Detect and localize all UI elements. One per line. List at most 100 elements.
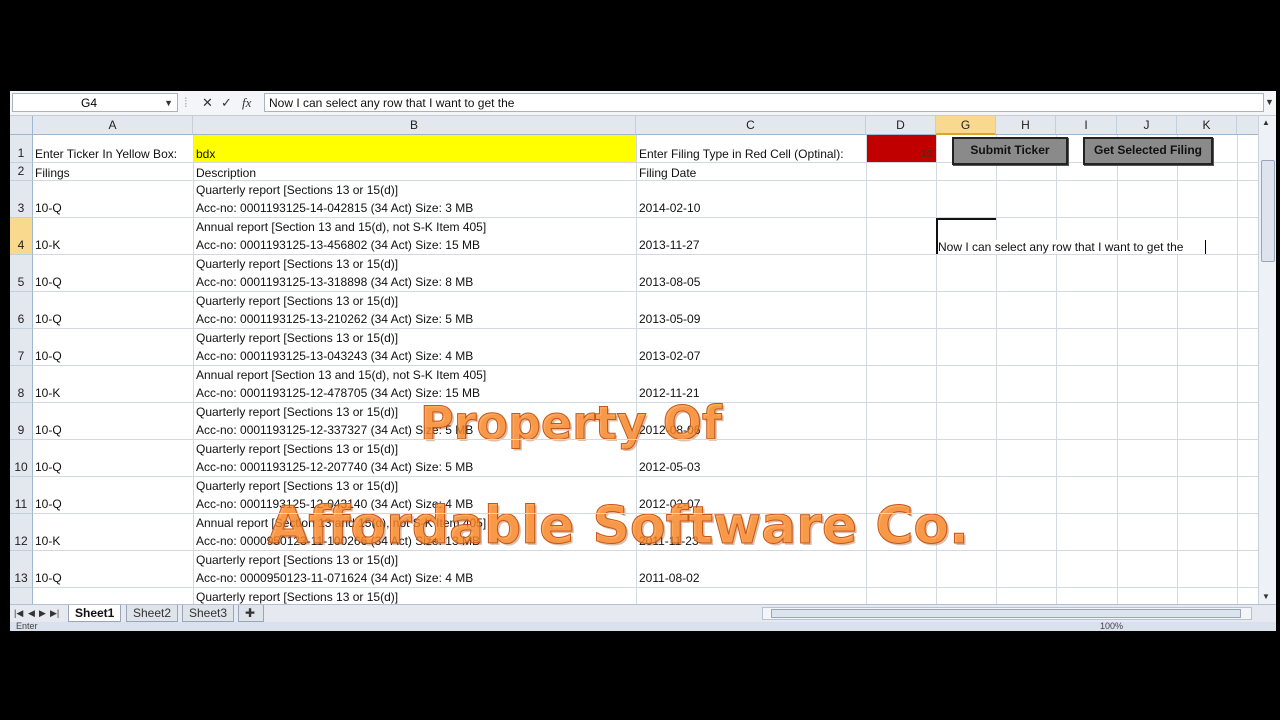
filing-type[interactable]: 10-K (35, 237, 60, 253)
filing-date[interactable]: 2012-05-03 (639, 459, 700, 475)
formula-input[interactable]: Now I can select any row that I want to … (264, 93, 1264, 112)
filing-type-value[interactable]: 10 (921, 147, 932, 163)
submit-ticker-button[interactable]: Submit Ticker (952, 137, 1068, 165)
filing-date[interactable]: 2013-08-05 (639, 274, 700, 290)
zoom-level[interactable]: 100% (1100, 622, 1123, 631)
status-bar: Enter 100% (10, 622, 1276, 631)
row-header[interactable]: 12 (10, 514, 33, 551)
column-header-blank (1237, 116, 1259, 135)
filing-description-line1[interactable]: Quarterly report [Sections 13 or 15(d)] (196, 182, 398, 198)
row-header[interactable]: 7 (10, 329, 33, 366)
filing-type[interactable]: 10-K (35, 385, 60, 401)
filing-date[interactable]: 2013-11-27 (639, 237, 700, 253)
filing-type[interactable]: 10-Q (35, 311, 62, 327)
row-header[interactable]: 4 (10, 218, 33, 255)
resize-handle-icon[interactable]: ⁞ (184, 93, 188, 112)
filing-description-line1[interactable]: Quarterly report [Sections 13 or 15(d)] (196, 256, 398, 272)
ticker-label: Enter Ticker In Yellow Box: (35, 147, 178, 161)
horizontal-scroll-thumb[interactable] (771, 609, 1241, 618)
filing-description-line2[interactable]: Acc-no: 0000950123-11-071624 (34 Act) Si… (196, 570, 473, 586)
expand-formula-bar-icon[interactable]: ▼ (1265, 93, 1275, 112)
row-header[interactable]: 10 (10, 440, 33, 477)
filing-description-line1[interactable]: Quarterly report [Sections 13 or 15(d)] (196, 404, 398, 420)
filing-type[interactable]: 10-Q (35, 274, 62, 290)
column-header-g[interactable]: G (936, 116, 996, 135)
filing-description-line2[interactable]: Acc-no: 0001193125-13-456802 (34 Act) Si… (196, 237, 480, 253)
cancel-icon[interactable]: ✕ (202, 93, 213, 112)
editing-cell-text[interactable]: Now I can select any row that I want to … (938, 240, 1184, 254)
filing-description-line2[interactable]: Acc-no: 0001193125-14-042815 (34 Act) Si… (196, 200, 473, 216)
next-sheet-icon[interactable]: ▶ (39, 605, 46, 622)
prev-sheet-icon[interactable]: ◀ (28, 605, 35, 622)
row-header[interactable]: 9 (10, 403, 33, 440)
row-header[interactable]: 5 (10, 255, 33, 292)
enter-icon[interactable]: ✓ (221, 93, 232, 112)
filing-description-line1[interactable]: Quarterly report [Sections 13 or 15(d)] (196, 589, 398, 604)
spreadsheet-grid: A B C D G H I J K 1 2 Enter Ticker In Ye… (10, 116, 1276, 604)
filing-description-line1[interactable]: Quarterly report [Sections 13 or 15(d)] (196, 478, 398, 494)
row-header[interactable]: 6 (10, 292, 33, 329)
formula-buttons: ⁞ ✕ ✓ fx (184, 93, 260, 112)
row-header-2[interactable]: 2 (10, 163, 33, 181)
sheet-tab-1[interactable]: Sheet1 (68, 605, 122, 622)
filing-description-line2[interactable]: Acc-no: 0001193125-12-207740 (34 Act) Si… (196, 459, 473, 475)
filing-type[interactable]: 10-Q (35, 348, 62, 364)
status-mode: Enter (16, 622, 38, 631)
scroll-up-icon[interactable]: ▲ (1262, 118, 1270, 127)
filing-date[interactable]: 2014-02-10 (639, 200, 700, 216)
filing-description-line1[interactable]: Annual report [Section 13 and 15(d), not… (196, 219, 486, 235)
first-sheet-icon[interactable]: |◀ (14, 605, 23, 622)
filing-type-label: Enter Filing Type in Red Cell (Optinal): (639, 147, 844, 161)
vertical-scrollbar[interactable]: ▲ ▼ (1258, 116, 1276, 604)
column-header-i[interactable]: I (1056, 116, 1117, 135)
filing-type[interactable]: 10-K (35, 533, 60, 549)
filings-header: Filings (35, 166, 70, 180)
filing-description-line1[interactable]: Quarterly report [Sections 13 or 15(d)] (196, 293, 398, 309)
filing-type[interactable]: 10-Q (35, 422, 62, 438)
row-header[interactable]: 3 (10, 181, 33, 218)
filing-description-line2[interactable]: Acc-no: 0001193125-13-210262 (34 Act) Si… (196, 311, 473, 327)
filing-description-line1[interactable]: Quarterly report [Sections 13 or 15(d)] (196, 330, 398, 346)
insert-function-icon[interactable]: fx (242, 93, 251, 112)
last-sheet-icon[interactable]: ▶| (50, 605, 59, 622)
sheet-tab-3[interactable]: Sheet3 (182, 605, 235, 622)
filing-description-line1[interactable]: Quarterly report [Sections 13 or 15(d)] (196, 441, 398, 457)
sheet-tab-2[interactable]: Sheet2 (126, 605, 179, 622)
sheet-tab-bar: |◀ ◀ ▶ ▶| Sheet1 Sheet2 Sheet3 ✚ (10, 604, 1276, 622)
column-header-a[interactable]: A (33, 116, 193, 135)
column-header-k[interactable]: K (1177, 116, 1237, 135)
vertical-scroll-thumb[interactable] (1261, 160, 1275, 262)
row-header[interactable]: 8 (10, 366, 33, 403)
filing-date[interactable]: 2013-05-09 (639, 311, 700, 327)
filing-date[interactable]: 2013-02-07 (639, 348, 700, 364)
filing-description-line2[interactable]: Acc-no: 0001193125-13-318898 (34 Act) Si… (196, 274, 473, 290)
scroll-down-icon[interactable]: ▼ (1262, 592, 1270, 601)
watermark-line1: Property Of (420, 396, 723, 451)
text-cursor (1205, 240, 1206, 254)
column-header-j[interactable]: J (1117, 116, 1177, 135)
filing-type[interactable]: 10-Q (35, 459, 62, 475)
filing-type[interactable]: 10-Q (35, 496, 62, 512)
filing-date[interactable]: 2011-08-02 (639, 570, 700, 586)
column-header-c[interactable]: C (636, 116, 866, 135)
row-header[interactable] (10, 588, 33, 604)
column-header-h[interactable]: H (996, 116, 1056, 135)
column-header-d[interactable]: D (866, 116, 936, 135)
get-selected-filing-button[interactable]: Get Selected Filing (1083, 137, 1213, 165)
chevron-down-icon[interactable]: ▼ (164, 94, 173, 113)
filing-description-line2[interactable]: Acc-no: 0001193125-13-043243 (34 Act) Si… (196, 348, 473, 364)
select-all-corner[interactable] (10, 116, 33, 135)
row-header[interactable]: 13 (10, 551, 33, 588)
column-header-b[interactable]: B (193, 116, 636, 135)
insert-sheet-icon[interactable]: ✚ (238, 605, 264, 622)
name-box[interactable]: G4 ▼ (12, 93, 178, 112)
filing-type[interactable]: 10-Q (35, 200, 62, 216)
filing-type[interactable]: 10-Q (35, 570, 62, 586)
row-header[interactable]: 11 (10, 477, 33, 514)
ticker-value[interactable]: bdx (196, 146, 215, 162)
horizontal-scrollbar[interactable] (762, 607, 1252, 620)
row-header-1[interactable]: 1 (10, 135, 33, 163)
filing-description-line1[interactable]: Annual report [Section 13 and 15(d), not… (196, 367, 486, 383)
ticker-input-cell[interactable] (194, 135, 636, 162)
filing-date-header: Filing Date (639, 166, 697, 180)
